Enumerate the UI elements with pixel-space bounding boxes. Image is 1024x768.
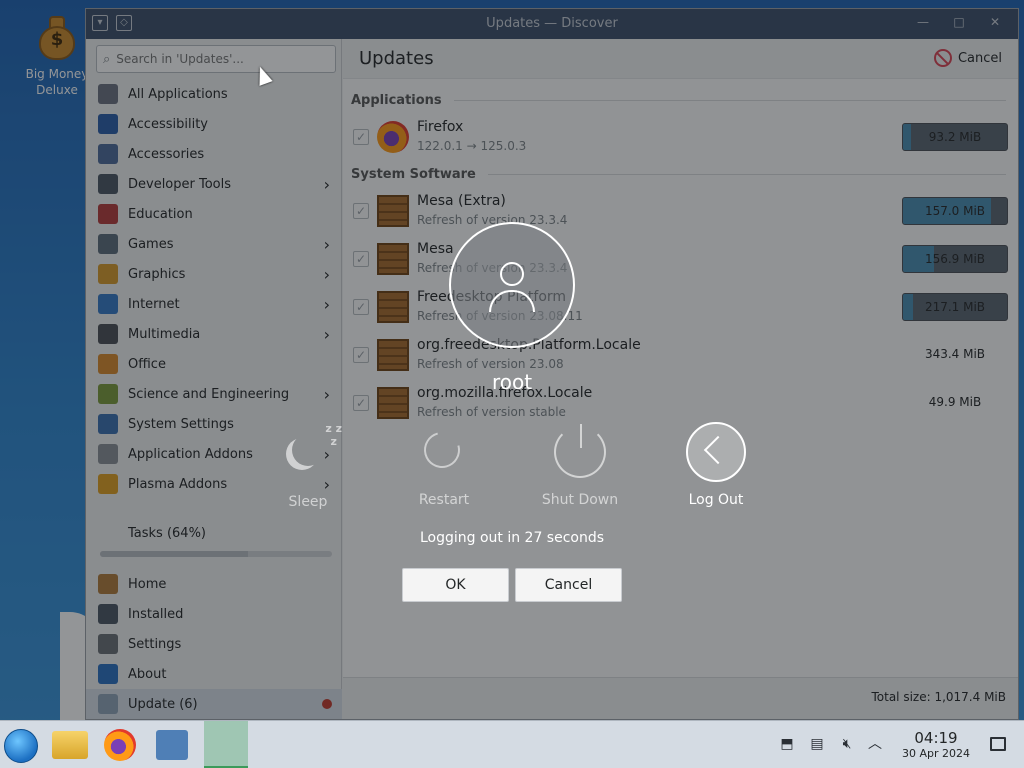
- clock-date: 30 Apr 2024: [901, 747, 970, 760]
- system-settings-icon[interactable]: [156, 730, 188, 760]
- cancel-button[interactable]: Cancel: [515, 568, 622, 602]
- logout-button[interactable]: Log Out: [666, 422, 766, 508]
- shutdown-label: Shut Down: [541, 492, 619, 508]
- firefox-icon[interactable]: [104, 729, 136, 761]
- taskbar: ⬒ ▤ 🔇︎ ︿ 04:19 30 Apr 2024: [0, 720, 1024, 768]
- moon-icon: [292, 434, 324, 466]
- discover-task-icon[interactable]: [204, 721, 248, 768]
- sleep-button[interactable]: z zz Sleep: [258, 422, 358, 510]
- restart-label: Restart: [418, 492, 470, 508]
- start-menu-icon[interactable]: [4, 729, 38, 763]
- restart-icon: [417, 425, 467, 475]
- clipboard-icon[interactable]: ▤: [808, 735, 826, 753]
- file-manager-icon[interactable]: [52, 731, 88, 759]
- clock-time: 04:19: [914, 729, 958, 747]
- username: root: [491, 370, 533, 394]
- user-avatar: [449, 222, 575, 348]
- power-icon: [554, 424, 606, 478]
- sleep-label: Sleep: [288, 494, 328, 510]
- clock[interactable]: 04:19 30 Apr 2024: [886, 729, 986, 761]
- chevron-up-icon[interactable]: ︿: [866, 735, 884, 753]
- shutdown-button[interactable]: Shut Down: [530, 424, 630, 508]
- updates-tray-icon[interactable]: ⬒: [778, 735, 796, 753]
- chevron-left-icon: [703, 435, 733, 465]
- ok-button[interactable]: OK: [402, 568, 509, 602]
- volume-muted-icon[interactable]: 🔇︎: [838, 735, 856, 753]
- logout-overlay: root z zz Sleep Restart Shut Down Log Ou…: [0, 0, 1024, 720]
- logout-countdown: Logging out in 27 seconds: [419, 530, 605, 546]
- show-desktop-icon[interactable]: [990, 737, 1006, 751]
- restart-button[interactable]: Restart: [394, 425, 494, 508]
- logout-label: Log Out: [688, 492, 744, 508]
